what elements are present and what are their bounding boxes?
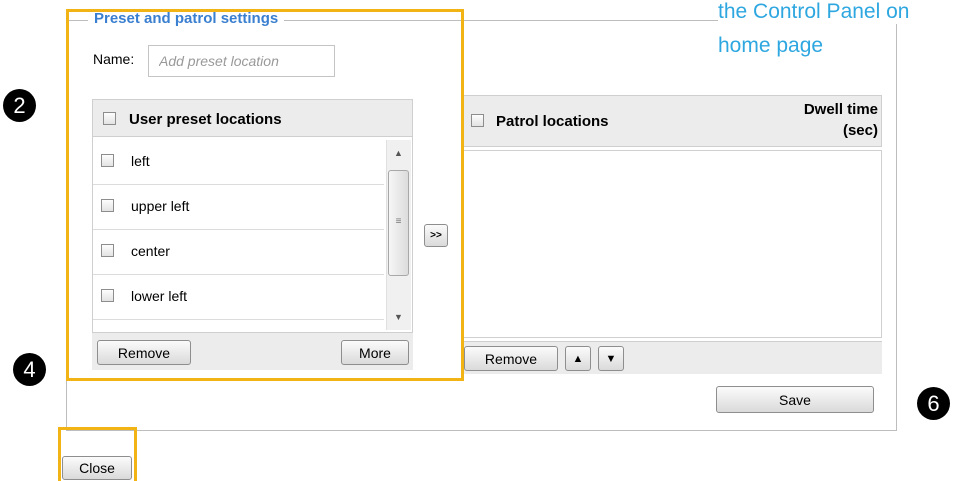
step-marker-2: 2	[3, 89, 36, 122]
move-up-button[interactable]: ▲	[565, 346, 591, 371]
save-button[interactable]: Save	[716, 386, 874, 413]
patrol-location-list	[463, 150, 882, 338]
step-marker-4: 4	[13, 353, 46, 386]
patrol-header: Patrol locations Dwell time (sec)	[463, 95, 882, 147]
remove-patrol-button[interactable]: Remove	[464, 346, 558, 371]
annotation-line-2: home page	[718, 34, 824, 58]
select-all-patrol-checkbox[interactable]	[471, 114, 484, 127]
move-down-button[interactable]: ▼	[598, 346, 624, 371]
annotation-line-1: the Control Panel on	[718, 0, 910, 24]
dwell-time-unit: (sec)	[842, 122, 878, 139]
highlight-preset-area	[66, 9, 464, 381]
patrol-header-label: Patrol locations	[496, 113, 609, 130]
highlight-close-button	[58, 427, 137, 481]
dwell-time-header: Dwell time	[803, 101, 878, 118]
step-marker-6: 6	[917, 387, 950, 420]
